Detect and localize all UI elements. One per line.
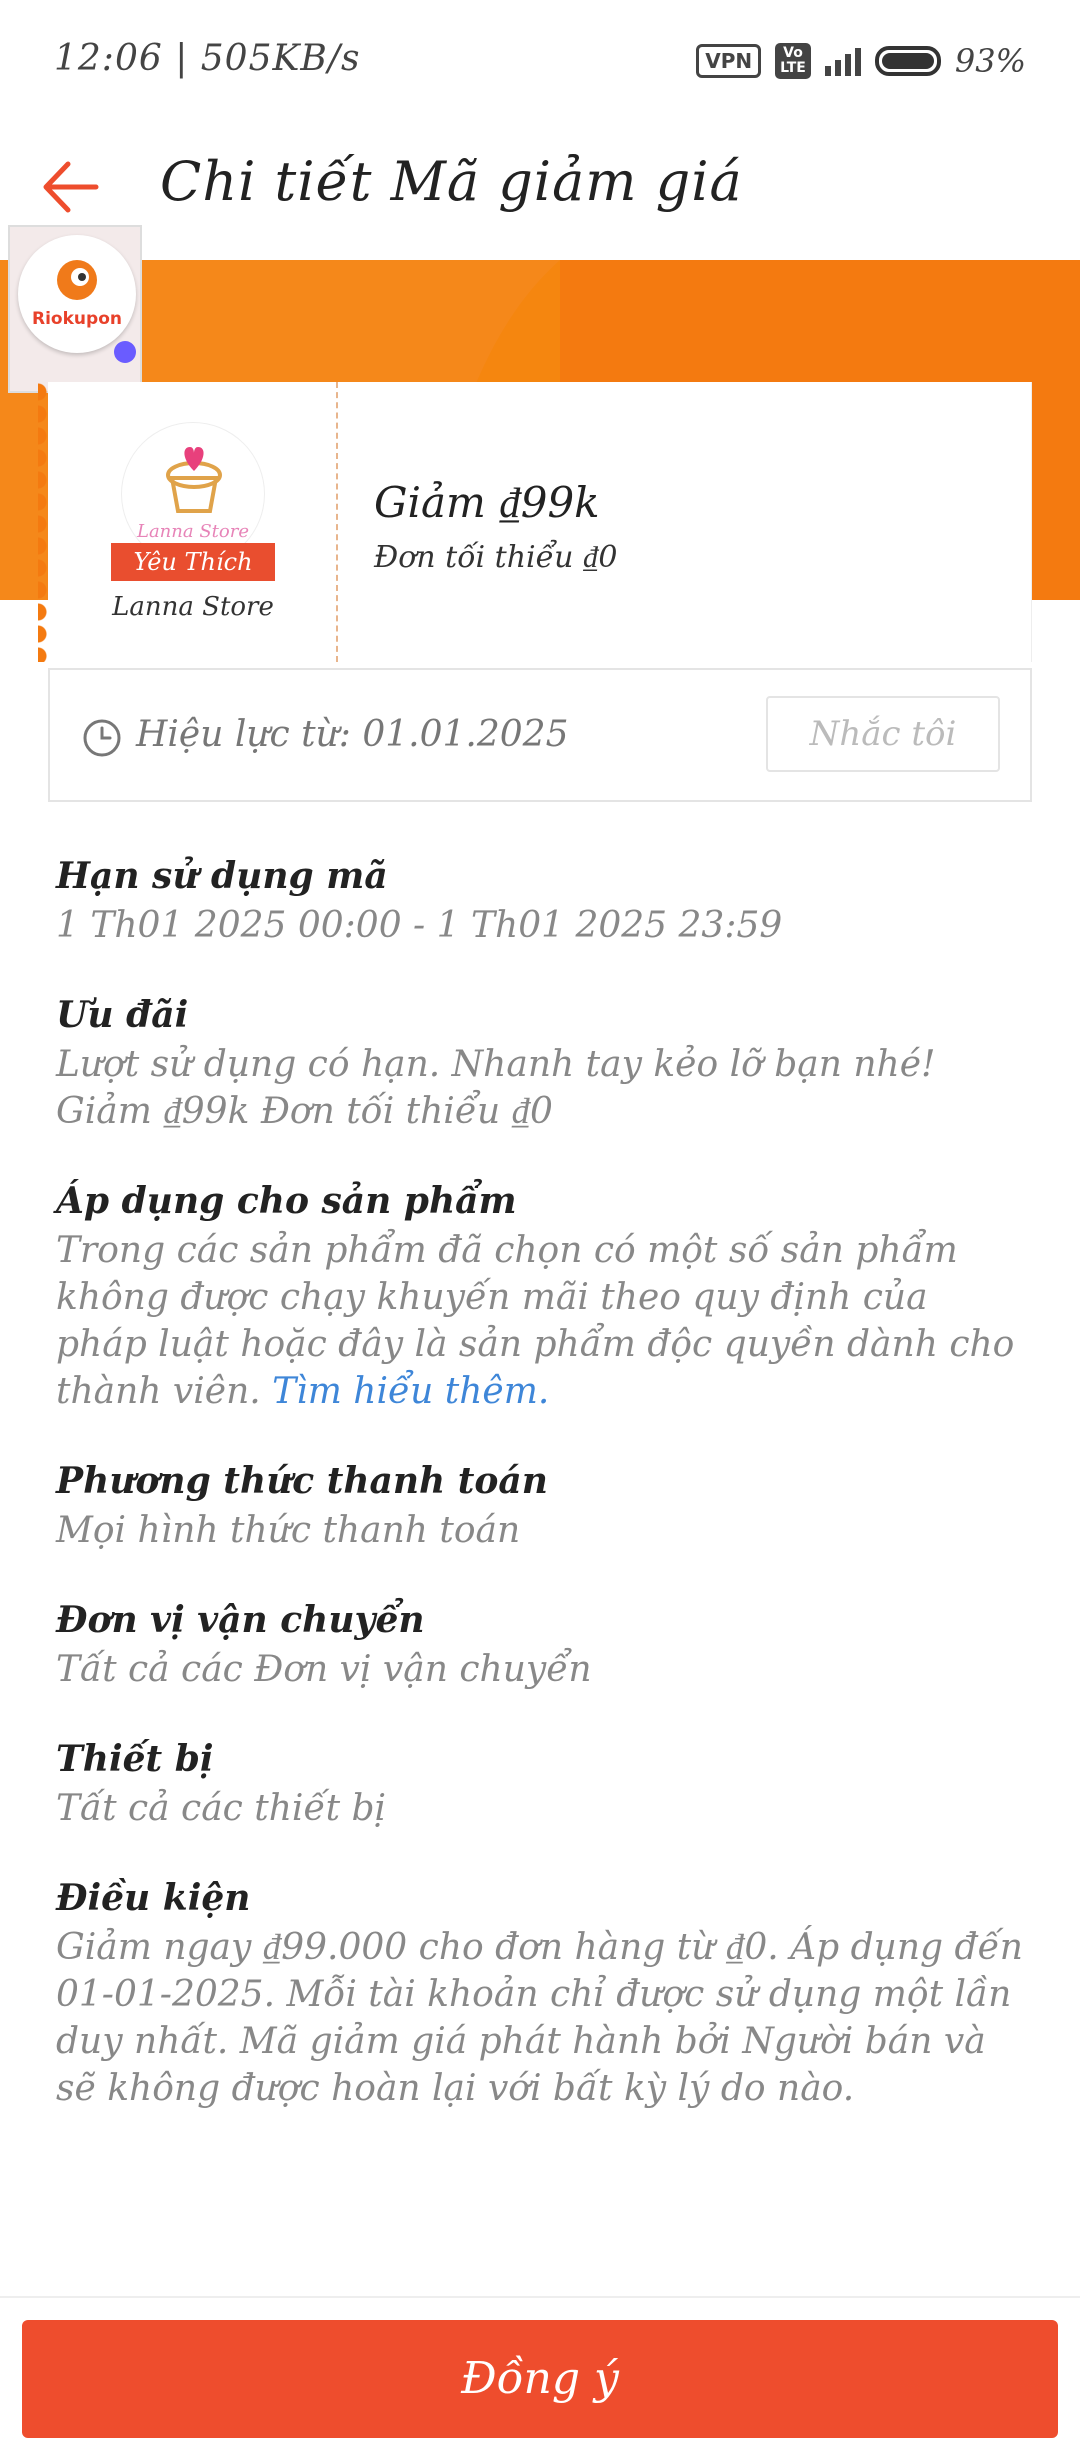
voucher-card: Lanna Store Yêu Thích Lanna Store Giảm ₫… [38, 382, 1032, 802]
signal-icon [824, 46, 861, 76]
page-title: Chi tiết Mã giảm giá [160, 150, 743, 213]
favorite-badge: Yêu Thích [111, 543, 275, 581]
section-device: Thiết bị Tất cả các thiết bị [56, 1733, 1024, 1832]
riokupon-logo: Riokupon [18, 235, 136, 353]
section-usage-period: Hạn sử dụng mã 1 Th01 2025 00:00 - 1 Th0… [56, 850, 1024, 949]
voucher-details: Hạn sử dụng mã 1 Th01 2025 00:00 - 1 Th0… [56, 850, 1024, 2152]
clock-icon [83, 719, 121, 757]
section-shipping: Đơn vị vận chuyển Tất cả các Đơn vị vận … [56, 1594, 1024, 1693]
section-title: Áp dụng cho sản phẩm [56, 1180, 517, 1222]
shop-name: Lanna Store [112, 592, 274, 622]
section-title: Ưu đãi [56, 994, 189, 1036]
section-title: Thiết bị [56, 1738, 214, 1780]
messenger-icon [114, 341, 136, 363]
battery-icon [874, 46, 941, 76]
section-body: Tất cả các Đơn vị vận chuyển [56, 1649, 592, 1690]
arrow-left-icon [43, 161, 99, 213]
section-body: Giảm ngay ₫99.000 cho đơn hàng từ ₫0. Áp… [56, 1927, 1023, 2109]
volte-icon: Vo LTE [775, 43, 811, 79]
section-body: Tất cả các thiết bị [56, 1788, 387, 1829]
status-time-speed: 12:06 | 505KB/s [54, 38, 361, 79]
voucher-shop-panel: Lanna Store Yêu Thích Lanna Store [38, 382, 338, 662]
voucher-min-order: Đơn tối thiểu ₫0 [374, 540, 618, 575]
section-title: Điều kiện [56, 1877, 251, 1919]
voucher-title: Giảm ₫99k [374, 478, 600, 527]
back-button[interactable] [36, 152, 106, 222]
cupcake-icon [166, 447, 222, 513]
section-conditions: Điều kiện Giảm ngay ₫99.000 cho đơn hàng… [56, 1872, 1024, 2112]
voucher-validity-row: Hiệu lực từ: 01.01.2025 Nhắc tôi [48, 668, 1032, 802]
learn-more-link[interactable]: Tìm hiểu thêm. [272, 1371, 549, 1412]
voucher-info-panel: Giảm ₫99k Đơn tối thiểu ₫0 [338, 382, 1032, 662]
status-icons: VPN Vo LTE 93% [696, 42, 1026, 80]
bottom-action-bar: Đồng ý [0, 2296, 1080, 2460]
section-body: Lượt sử dụng có hạn. Nhanh tay kẻo lỡ bạ… [56, 1044, 936, 1132]
valid-from-text: Hiệu lực từ: 01.01.2025 [136, 714, 569, 755]
floating-chat-bubble[interactable]: Riokupon [8, 225, 142, 393]
agree-button[interactable]: Đồng ý [22, 2320, 1058, 2438]
remind-me-button[interactable]: Nhắc tôi [766, 696, 1000, 772]
section-body: Mọi hình thức thanh toán [56, 1510, 521, 1551]
section-title: Đơn vị vận chuyển [56, 1599, 425, 1641]
section-payment-method: Phương thức thanh toán Mọi hình thức tha… [56, 1455, 1024, 1554]
status-bar: 12:06 | 505KB/s VPN Vo LTE 93% [0, 0, 1080, 130]
section-title: Hạn sử dụng mã [56, 855, 388, 897]
section-title: Phương thức thanh toán [56, 1460, 548, 1502]
app-header: Chi tiết Mã giảm giá [0, 130, 1080, 260]
riokupon-label: Riokupon [32, 309, 122, 329]
section-applicable-products: Áp dụng cho sản phẩm Trong các sản phẩm … [56, 1175, 1024, 1415]
battery-percent: 93% [954, 42, 1026, 80]
bird-icon [57, 260, 97, 300]
section-body: 1 Th01 2025 00:00 - 1 Th01 2025 23:59 [56, 905, 783, 946]
vpn-icon: VPN [696, 44, 762, 78]
shop-logo-text: Lanna Store [137, 521, 249, 542]
section-offer: Ưu đãi Lượt sử dụng có hạn. Nhanh tay kẻ… [56, 989, 1024, 1135]
section-body: Trong các sản phẩm đã chọn có một số sản… [56, 1227, 1024, 1415]
